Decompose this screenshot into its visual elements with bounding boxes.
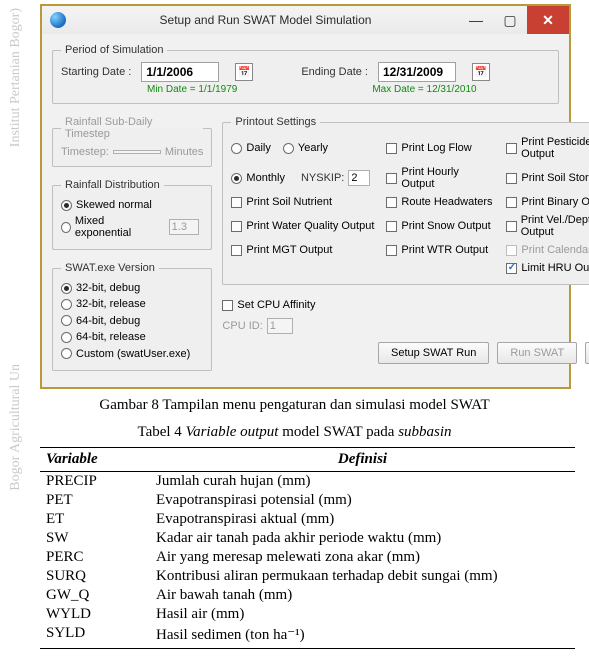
col-definition: Definisi bbox=[150, 448, 575, 472]
watermark-text: Institut Pertanian Bogor) bbox=[8, 8, 24, 147]
check-print-hourly[interactable]: Print Hourly Output bbox=[386, 166, 494, 190]
variable-table: Variable Definisi PRECIPJumlah curah huj… bbox=[40, 447, 575, 649]
window-close-button[interactable]: ✕ bbox=[527, 6, 569, 34]
start-date-label: Starting Date : bbox=[61, 66, 131, 78]
radio-32-release[interactable]: 32-bit, release bbox=[61, 298, 146, 310]
table-row: GW_QAir bawah tanah (mm) bbox=[40, 586, 575, 605]
table-row: ETEvapotranspirasi aktual (mm) bbox=[40, 510, 575, 529]
nyskip-input[interactable]: 2 bbox=[348, 170, 370, 186]
check-print-binary[interactable]: Print Binary Output bbox=[506, 196, 589, 208]
period-group: Period of Simulation Starting Date : 1/1… bbox=[52, 44, 559, 104]
app-icon bbox=[50, 12, 66, 28]
table-row: PETEvapotranspirasi potensial (mm) bbox=[40, 491, 575, 510]
radio-yearly[interactable]: Yearly bbox=[283, 142, 328, 154]
window-title: Setup and Run SWAT Model Simulation bbox=[72, 13, 459, 27]
table-row: WYLDHasil air (mm) bbox=[40, 605, 575, 624]
check-set-cpu-affinity[interactable]: Set CPU Affinity bbox=[222, 299, 315, 311]
calendar-icon[interactable]: 📅 bbox=[472, 63, 490, 81]
period-legend: Period of Simulation bbox=[61, 44, 167, 56]
table-row: SWKadar air tanah pada akhir periode wak… bbox=[40, 529, 575, 548]
cancel-button[interactable]: Cancel bbox=[585, 342, 589, 364]
timestep-legend: Rainfall Sub-Daily Timestep bbox=[61, 116, 203, 140]
radio-32-debug[interactable]: 32-bit, debug bbox=[61, 282, 140, 294]
cpu-id-input: 1 bbox=[267, 318, 293, 334]
table-caption: Tabel 4 Variable output model SWAT pada … bbox=[40, 424, 549, 441]
timestep-unit: Minutes bbox=[165, 146, 204, 158]
radio-daily[interactable]: Daily bbox=[231, 142, 270, 154]
check-limit-hru[interactable]: Limit HRU Output bbox=[506, 262, 589, 274]
radio-64-debug[interactable]: 64-bit, debug bbox=[61, 315, 140, 327]
rainfall-dist-legend: Rainfall Distribution bbox=[61, 179, 164, 191]
timestep-group: Rainfall Sub-Daily Timestep Timestep: Mi… bbox=[52, 116, 212, 167]
radio-custom-exe[interactable]: Custom (swatUser.exe) bbox=[61, 348, 190, 360]
calendar-icon[interactable]: 📅 bbox=[235, 63, 253, 81]
table-row: PERCAir yang meresap melewati zona akar … bbox=[40, 548, 575, 567]
printout-legend: Printout Settings bbox=[231, 116, 320, 128]
radio-mixed-exponential[interactable]: Mixed exponential bbox=[61, 215, 153, 239]
radio-64-release[interactable]: 64-bit, release bbox=[61, 331, 146, 343]
swatexe-legend: SWAT.exe Version bbox=[61, 262, 159, 274]
printout-group: Printout Settings Daily Yearly Print Log… bbox=[222, 116, 589, 285]
setup-swat-button[interactable]: Setup SWAT Run bbox=[378, 342, 489, 364]
check-print-vel-depth[interactable]: Print Vel./Depth Output bbox=[506, 214, 589, 238]
check-print-water-quality[interactable]: Print Water Quality Output bbox=[231, 220, 374, 232]
swat-window: Setup and Run SWAT Model Simulation — ▢ … bbox=[40, 4, 571, 389]
timestep-input bbox=[113, 150, 161, 154]
figure-caption: Gambar 8 Tampilan menu pengaturan dan si… bbox=[40, 397, 549, 414]
swatexe-group: SWAT.exe Version 32-bit, debug 32-bit, r… bbox=[52, 262, 212, 371]
watermark-text: Bogor Agricultural Un bbox=[8, 364, 24, 491]
check-print-calendar: Print Calendar Dates bbox=[506, 244, 589, 256]
titlebar[interactable]: Setup and Run SWAT Model Simulation — ▢ … bbox=[42, 6, 569, 34]
check-print-mgt[interactable]: Print MGT Output bbox=[231, 244, 332, 256]
nyskip-label: NYSKIP: bbox=[301, 172, 344, 184]
min-date-hint: Min Date = 1/1/1979 bbox=[147, 84, 237, 95]
table-row: SURQKontribusi aliran permukaan terhadap… bbox=[40, 567, 575, 586]
window-maximize-button[interactable]: ▢ bbox=[493, 6, 527, 34]
start-date-input[interactable]: 1/1/2006 bbox=[141, 62, 219, 82]
check-print-soil-nutrient[interactable]: Print Soil Nutrient bbox=[231, 196, 332, 208]
rainfall-dist-group: Rainfall Distribution Skewed normal Mixe… bbox=[52, 179, 212, 250]
radio-monthly[interactable]: Monthly bbox=[231, 172, 285, 184]
check-route-headwaters[interactable]: Route Headwaters bbox=[386, 196, 492, 208]
table-row: PRECIPJumlah curah hujan (mm) bbox=[40, 472, 575, 492]
end-date-input[interactable]: 12/31/2009 bbox=[378, 62, 456, 82]
radio-skewed-normal[interactable]: Skewed normal bbox=[61, 199, 152, 211]
check-print-soil-storage[interactable]: Print Soil Storage bbox=[506, 172, 589, 184]
check-print-log-flow[interactable]: Print Log Flow bbox=[386, 142, 471, 154]
check-print-wtr[interactable]: Print WTR Output bbox=[386, 244, 488, 256]
window-minimize-button[interactable]: — bbox=[459, 6, 493, 34]
cpu-id-label: CPU ID: bbox=[222, 320, 262, 332]
end-date-label: Ending Date : bbox=[301, 66, 368, 78]
col-variable: Variable bbox=[40, 448, 150, 472]
mixed-exp-value: 1.3 bbox=[169, 219, 200, 235]
run-swat-button: Run SWAT bbox=[497, 342, 577, 364]
check-print-snow[interactable]: Print Snow Output bbox=[386, 220, 490, 232]
timestep-label: Timestep: bbox=[61, 146, 109, 158]
check-print-pesticide[interactable]: Print Pesticide Output bbox=[506, 136, 589, 160]
max-date-hint: Max Date = 12/31/2010 bbox=[372, 84, 476, 95]
table-row: SYLDHasil sedimen (ton ha⁻¹) bbox=[40, 624, 575, 649]
